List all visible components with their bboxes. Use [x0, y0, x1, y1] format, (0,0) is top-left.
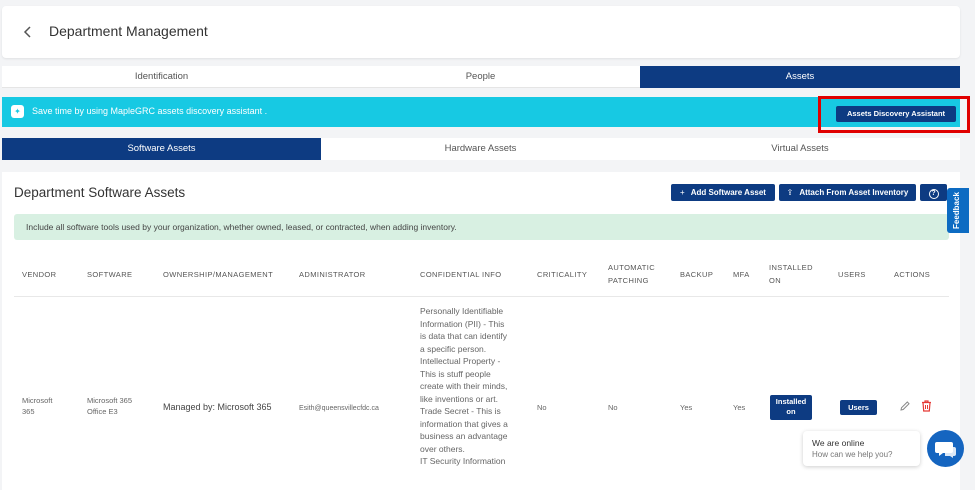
header-divider	[14, 296, 949, 297]
card-title: Department Software Assets	[14, 185, 186, 200]
column-header-mfa: MFA	[733, 270, 750, 279]
feedback-label: Feedback	[952, 192, 961, 229]
info-message: Include all software tools used by your …	[14, 214, 949, 240]
cell-software: Microsoft 365 Office E3	[87, 395, 132, 417]
question-circle-icon: ?	[928, 189, 939, 199]
column-header-users: USERS	[838, 270, 866, 279]
cell-criticality: No	[537, 403, 547, 412]
sparkle-icon: ✦	[11, 105, 24, 118]
add-button-label: Add Software Asset	[690, 188, 766, 197]
cell-administrator: Esith@queensvillecfdc.ca	[299, 405, 379, 412]
column-header-backup: BACKUP	[680, 270, 714, 279]
conf-line: a specific person.	[420, 343, 487, 354]
tab-hardware-assets[interactable]: Hardware Assets	[321, 138, 640, 160]
software-line2: Office E3	[87, 407, 118, 416]
pencil-icon[interactable]	[899, 400, 911, 412]
conf-line: IT Security Information	[420, 456, 506, 466]
page-header: Department Management	[2, 6, 960, 58]
page-title: Department Management	[49, 23, 208, 39]
add-software-asset-button[interactable]: + Add Software Asset	[671, 184, 775, 201]
patching-header-line1: AUTOMATIC	[608, 263, 656, 272]
conf-line: is data that can identify	[420, 331, 507, 341]
conf-line: like inventions or art.	[420, 393, 498, 404]
software-line1: Microsoft 365	[87, 396, 133, 405]
tab-people[interactable]: People	[321, 66, 640, 88]
conf-line: business an advantage	[420, 431, 508, 441]
chevron-left-icon	[23, 26, 31, 38]
installed-on-button[interactable]: Installed on	[770, 395, 812, 420]
column-header-confidential-info: CONFIDENTIAL INFO	[420, 270, 502, 279]
installed-header-line1: INSTALLED	[769, 263, 813, 272]
conf-line: create with their minds,	[420, 381, 508, 391]
installed-label-line1: Installed	[775, 397, 807, 406]
top-tabs: Identification People Assets	[2, 66, 960, 88]
tab-virtual-assets[interactable]: Virtual Assets	[640, 138, 960, 160]
chat-prompt: How can we help you?	[812, 450, 893, 459]
plus-icon: +	[680, 188, 685, 197]
conf-line: over others.	[420, 443, 465, 454]
attach-button-label: Attach From Asset Inventory	[799, 188, 909, 197]
users-button[interactable]: Users	[840, 400, 877, 415]
vendor-line2: 365	[22, 407, 35, 416]
cell-confidential-info: Personally Identifiable Information (PII…	[420, 305, 528, 468]
chat-popup[interactable]: We are online How can we help you?	[803, 431, 920, 466]
installed-header-line2: ON	[769, 276, 782, 285]
patching-header-line2: PATCHING	[608, 276, 649, 285]
cell-patching: No	[608, 403, 618, 412]
cell-ownership: Managed by: Microsoft 365	[163, 402, 272, 412]
column-header-vendor: VENDOR	[22, 270, 57, 279]
cell-vendor: Microsoft 365	[22, 395, 52, 417]
help-button[interactable]: ?	[920, 184, 947, 201]
tab-software-assets[interactable]: Software Assets	[2, 138, 321, 160]
column-header-patching: AUTOMATIC PATCHING	[608, 262, 655, 287]
tab-identification[interactable]: Identification	[2, 66, 321, 88]
column-header-installed-on: INSTALLED ON	[769, 262, 813, 287]
discovery-banner: ✦ Save time by using MapleGRC assets dis…	[2, 97, 960, 127]
feedback-tab[interactable]: Feedback	[947, 188, 969, 233]
tab-assets[interactable]: Assets	[640, 66, 960, 88]
conf-line: Intellectual Property -	[420, 356, 501, 366]
conf-line: Personally Identifiable	[420, 306, 504, 316]
column-header-ownership: OWNERSHIP/MANAGEMENT	[163, 270, 274, 279]
trash-icon[interactable]	[921, 400, 932, 412]
upload-icon: ⇪	[786, 188, 794, 197]
conf-line: information that gives a	[420, 418, 508, 429]
conf-line: Information (PII) - This	[420, 318, 505, 329]
banner-text: Save time by using MapleGRC assets disco…	[32, 106, 268, 116]
installed-label-line2: on	[786, 407, 796, 416]
conf-line: This is stuff people	[420, 368, 491, 379]
cell-mfa: Yes	[733, 403, 746, 412]
column-header-actions: ACTIONS	[894, 270, 931, 279]
vendor-line1: Microsoft	[22, 396, 53, 405]
cell-backup: Yes	[680, 403, 693, 412]
chat-launcher-button[interactable]	[927, 430, 964, 467]
chat-bubble-icon	[935, 442, 956, 458]
assets-discovery-button[interactable]: Assets Discovery Assistant	[836, 106, 956, 122]
column-header-criticality: CRITICALITY	[537, 270, 588, 279]
chat-status: We are online	[812, 438, 865, 448]
back-button[interactable]	[18, 22, 38, 42]
column-header-administrator: ADMINISTRATOR	[299, 270, 366, 279]
asset-type-tabs: Software Assets Hardware Assets Virtual …	[2, 138, 960, 160]
column-header-software: SOFTWARE	[87, 270, 133, 279]
info-text: Include all software tools used by your …	[26, 222, 457, 232]
attach-from-inventory-button[interactable]: ⇪ Attach From Asset Inventory	[779, 184, 916, 201]
conf-line: Trade Secret - This is	[420, 406, 501, 416]
